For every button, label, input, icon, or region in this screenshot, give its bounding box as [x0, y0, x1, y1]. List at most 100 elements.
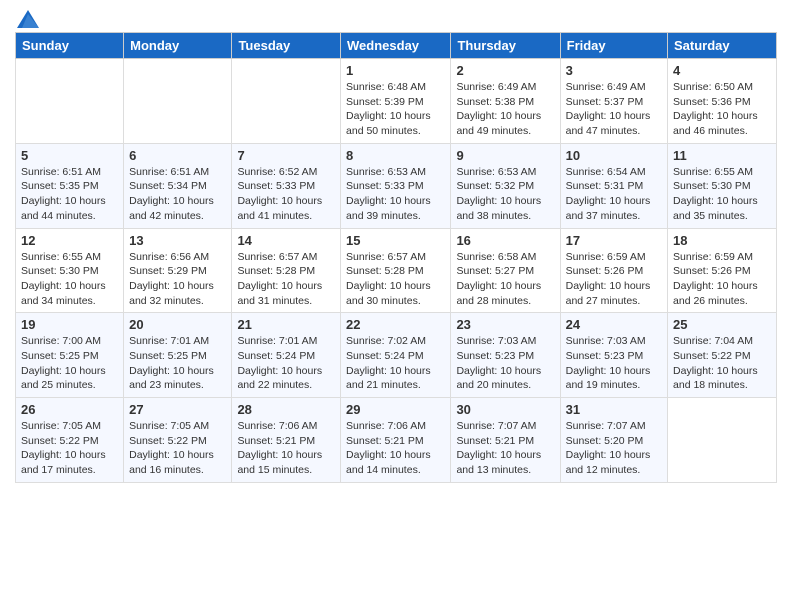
- calendar-day-cell: [232, 59, 341, 144]
- day-info: Sunrise: 7:04 AM Sunset: 5:22 PM Dayligh…: [673, 334, 771, 393]
- day-number: 17: [566, 233, 662, 248]
- day-info: Sunrise: 6:59 AM Sunset: 5:26 PM Dayligh…: [566, 250, 662, 309]
- day-number: 5: [21, 148, 118, 163]
- calendar-day-cell: 13 Sunrise: 6:56 AM Sunset: 5:29 PM Dayli…: [124, 228, 232, 313]
- day-number: 3: [566, 63, 662, 78]
- calendar-day-cell: [16, 59, 124, 144]
- calendar-day-cell: 12 Sunrise: 6:55 AM Sunset: 5:30 PM Dayli…: [16, 228, 124, 313]
- day-of-week-header: Saturday: [668, 33, 777, 59]
- day-number: 26: [21, 402, 118, 417]
- day-info: Sunrise: 6:57 AM Sunset: 5:28 PM Dayligh…: [237, 250, 335, 309]
- calendar-day-cell: [124, 59, 232, 144]
- calendar-container: SundayMondayTuesdayWednesdayThursdayFrid…: [0, 0, 792, 493]
- calendar-day-cell: 26 Sunrise: 7:05 AM Sunset: 5:22 PM Dayli…: [16, 398, 124, 483]
- calendar-day-cell: 15 Sunrise: 6:57 AM Sunset: 5:28 PM Dayli…: [341, 228, 451, 313]
- day-info: Sunrise: 7:05 AM Sunset: 5:22 PM Dayligh…: [129, 419, 226, 478]
- calendar-week-row: 19Sunrise: 7:00 AM Sunset: 5:25 PM Dayli…: [16, 313, 777, 398]
- calendar-day-cell: 25Sunrise: 7:04 AM Sunset: 5:22 PM Dayli…: [668, 313, 777, 398]
- day-info: Sunrise: 7:01 AM Sunset: 5:25 PM Dayligh…: [129, 334, 226, 393]
- calendar-day-cell: 5 Sunrise: 6:51 AM Sunset: 5:35 PM Daylig…: [16, 143, 124, 228]
- day-number: 6: [129, 148, 226, 163]
- calendar-day-cell: 7 Sunrise: 6:52 AM Sunset: 5:33 PM Daylig…: [232, 143, 341, 228]
- day-info: Sunrise: 6:59 AM Sunset: 5:26 PM Dayligh…: [673, 250, 771, 309]
- logo-icon: [17, 10, 39, 28]
- calendar-day-cell: 14 Sunrise: 6:57 AM Sunset: 5:28 PM Dayli…: [232, 228, 341, 313]
- calendar-day-cell: 30 Sunrise: 7:07 AM Sunset: 5:21 PM Dayli…: [451, 398, 560, 483]
- day-info: Sunrise: 6:49 AM Sunset: 5:38 PM Dayligh…: [456, 80, 554, 139]
- calendar-day-cell: 23Sunrise: 7:03 AM Sunset: 5:23 PM Dayli…: [451, 313, 560, 398]
- day-info: Sunrise: 7:06 AM Sunset: 5:21 PM Dayligh…: [346, 419, 445, 478]
- day-info: Sunrise: 7:00 AM Sunset: 5:25 PM Dayligh…: [21, 334, 118, 393]
- day-info: Sunrise: 6:56 AM Sunset: 5:29 PM Dayligh…: [129, 250, 226, 309]
- day-number: 4: [673, 63, 771, 78]
- day-number: 22: [346, 317, 445, 332]
- calendar-day-cell: 8 Sunrise: 6:53 AM Sunset: 5:33 PM Daylig…: [341, 143, 451, 228]
- calendar-day-cell: 27 Sunrise: 7:05 AM Sunset: 5:22 PM Dayli…: [124, 398, 232, 483]
- day-info: Sunrise: 7:01 AM Sunset: 5:24 PM Dayligh…: [237, 334, 335, 393]
- day-info: Sunrise: 7:02 AM Sunset: 5:24 PM Dayligh…: [346, 334, 445, 393]
- day-info: Sunrise: 6:48 AM Sunset: 5:39 PM Dayligh…: [346, 80, 445, 139]
- day-info: Sunrise: 6:49 AM Sunset: 5:37 PM Dayligh…: [566, 80, 662, 139]
- calendar-day-cell: 29 Sunrise: 7:06 AM Sunset: 5:21 PM Dayli…: [341, 398, 451, 483]
- calendar-day-cell: 10 Sunrise: 6:54 AM Sunset: 5:31 PM Dayli…: [560, 143, 667, 228]
- day-info: Sunrise: 7:07 AM Sunset: 5:21 PM Dayligh…: [456, 419, 554, 478]
- calendar-week-row: 1 Sunrise: 6:48 AM Sunset: 5:39 PM Daylig…: [16, 59, 777, 144]
- day-info: Sunrise: 6:57 AM Sunset: 5:28 PM Dayligh…: [346, 250, 445, 309]
- day-number: 28: [237, 402, 335, 417]
- day-info: Sunrise: 6:51 AM Sunset: 5:35 PM Dayligh…: [21, 165, 118, 224]
- day-number: 13: [129, 233, 226, 248]
- day-info: Sunrise: 7:07 AM Sunset: 5:20 PM Dayligh…: [566, 419, 662, 478]
- day-info: Sunrise: 6:50 AM Sunset: 5:36 PM Dayligh…: [673, 80, 771, 139]
- calendar-day-cell: 2 Sunrise: 6:49 AM Sunset: 5:38 PM Daylig…: [451, 59, 560, 144]
- calendar-day-cell: [668, 398, 777, 483]
- calendar-day-cell: 21 Sunrise: 7:01 AM Sunset: 5:24 PM Dayli…: [232, 313, 341, 398]
- calendar-day-cell: 22 Sunrise: 7:02 AM Sunset: 5:24 PM Dayli…: [341, 313, 451, 398]
- day-number: 30: [456, 402, 554, 417]
- day-info: Sunrise: 7:03 AM Sunset: 5:23 PM Dayligh…: [456, 334, 554, 393]
- day-number: 14: [237, 233, 335, 248]
- header: [15, 10, 777, 26]
- day-number: 27: [129, 402, 226, 417]
- calendar-day-cell: 20 Sunrise: 7:01 AM Sunset: 5:25 PM Dayli…: [124, 313, 232, 398]
- day-info: Sunrise: 6:58 AM Sunset: 5:27 PM Dayligh…: [456, 250, 554, 309]
- day-info: Sunrise: 6:51 AM Sunset: 5:34 PM Dayligh…: [129, 165, 226, 224]
- calendar-day-cell: 11 Sunrise: 6:55 AM Sunset: 5:30 PM Dayli…: [668, 143, 777, 228]
- day-info: Sunrise: 6:55 AM Sunset: 5:30 PM Dayligh…: [21, 250, 118, 309]
- calendar-day-cell: 17 Sunrise: 6:59 AM Sunset: 5:26 PM Dayli…: [560, 228, 667, 313]
- calendar-day-cell: 28 Sunrise: 7:06 AM Sunset: 5:21 PM Dayli…: [232, 398, 341, 483]
- day-number: 11: [673, 148, 771, 163]
- day-info: Sunrise: 6:55 AM Sunset: 5:30 PM Dayligh…: [673, 165, 771, 224]
- day-of-week-header: Tuesday: [232, 33, 341, 59]
- day-number: 21: [237, 317, 335, 332]
- day-of-week-header: Sunday: [16, 33, 124, 59]
- day-of-week-header: Thursday: [451, 33, 560, 59]
- calendar-week-row: 5 Sunrise: 6:51 AM Sunset: 5:35 PM Daylig…: [16, 143, 777, 228]
- day-number: 10: [566, 148, 662, 163]
- calendar-day-cell: 18Sunrise: 6:59 AM Sunset: 5:26 PM Dayli…: [668, 228, 777, 313]
- day-number: 8: [346, 148, 445, 163]
- day-number: 7: [237, 148, 335, 163]
- day-info: Sunrise: 7:05 AM Sunset: 5:22 PM Dayligh…: [21, 419, 118, 478]
- calendar-day-cell: 16 Sunrise: 6:58 AM Sunset: 5:27 PM Dayli…: [451, 228, 560, 313]
- day-number: 31: [566, 402, 662, 417]
- day-number: 1: [346, 63, 445, 78]
- day-info: Sunrise: 6:52 AM Sunset: 5:33 PM Dayligh…: [237, 165, 335, 224]
- day-number: 12: [21, 233, 118, 248]
- day-number: 20: [129, 317, 226, 332]
- calendar-header-row: SundayMondayTuesdayWednesdayThursdayFrid…: [16, 33, 777, 59]
- calendar-day-cell: 1 Sunrise: 6:48 AM Sunset: 5:39 PM Daylig…: [341, 59, 451, 144]
- calendar-day-cell: 19Sunrise: 7:00 AM Sunset: 5:25 PM Dayli…: [16, 313, 124, 398]
- day-info: Sunrise: 6:54 AM Sunset: 5:31 PM Dayligh…: [566, 165, 662, 224]
- day-info: Sunrise: 7:03 AM Sunset: 5:23 PM Dayligh…: [566, 334, 662, 393]
- calendar-day-cell: 9Sunrise: 6:53 AM Sunset: 5:32 PM Daylig…: [451, 143, 560, 228]
- day-number: 24: [566, 317, 662, 332]
- day-info: Sunrise: 7:06 AM Sunset: 5:21 PM Dayligh…: [237, 419, 335, 478]
- day-number: 16: [456, 233, 554, 248]
- day-number: 2: [456, 63, 554, 78]
- day-info: Sunrise: 6:53 AM Sunset: 5:33 PM Dayligh…: [346, 165, 445, 224]
- day-info: Sunrise: 6:53 AM Sunset: 5:32 PM Dayligh…: [456, 165, 554, 224]
- calendar-day-cell: 24 Sunrise: 7:03 AM Sunset: 5:23 PM Dayli…: [560, 313, 667, 398]
- day-number: 29: [346, 402, 445, 417]
- day-number: 15: [346, 233, 445, 248]
- calendar-day-cell: 4 Sunrise: 6:50 AM Sunset: 5:36 PM Daylig…: [668, 59, 777, 144]
